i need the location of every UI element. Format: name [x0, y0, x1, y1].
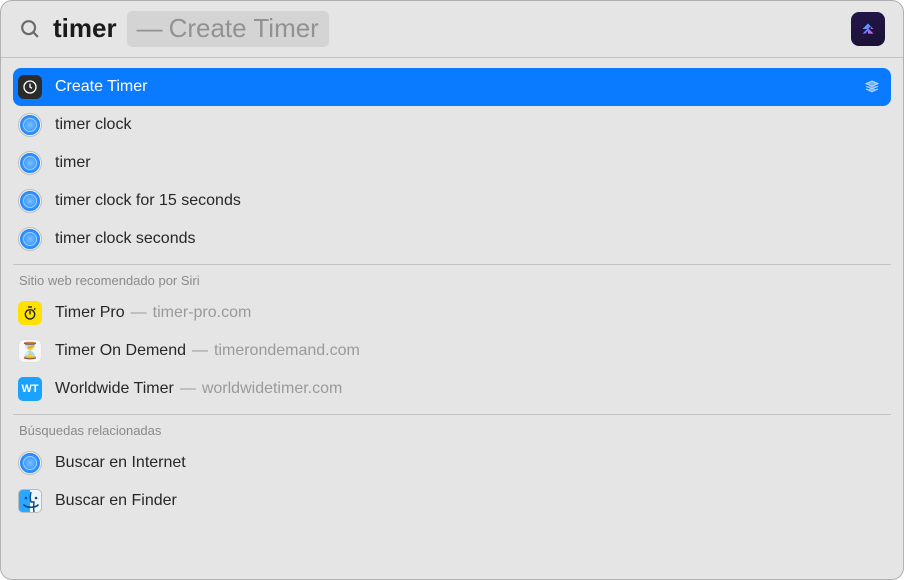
result-subtitle: timer-pro.com	[153, 304, 252, 322]
results-section-top: Create Timer timer clock timer timer clo…	[13, 68, 891, 258]
result-create-timer[interactable]: Create Timer	[13, 68, 891, 106]
result-timer-on-demend[interactable]: ⏳ Timer On Demend — timerondemand.com	[13, 332, 891, 370]
search-completion-suggestion[interactable]: — Create Timer	[127, 11, 329, 47]
layers-icon	[863, 78, 881, 96]
safari-icon	[17, 112, 43, 138]
wt-icon: WT	[17, 376, 43, 402]
result-title: timer clock for 15 seconds	[55, 192, 241, 210]
search-icon	[17, 16, 43, 42]
results-list: Create Timer timer clock timer timer clo…	[1, 58, 903, 520]
result-timer[interactable]: timer	[13, 144, 891, 182]
safari-icon	[17, 150, 43, 176]
safari-icon	[17, 226, 43, 252]
results-section-siri-websites: Sitio web recomendado por Siri Timer Pro…	[13, 265, 891, 408]
search-bar[interactable]: timer — Create Timer	[1, 1, 903, 57]
result-title: Create Timer	[55, 78, 147, 96]
search-completion-text: Create Timer	[169, 13, 319, 44]
search-input[interactable]: timer — Create Timer	[53, 11, 887, 47]
result-title: Worldwide Timer	[55, 380, 174, 398]
result-title: Timer On Demend	[55, 342, 186, 360]
action-search-internet[interactable]: Buscar en Internet	[13, 444, 891, 482]
result-title: Buscar en Internet	[55, 454, 186, 472]
action-search-finder[interactable]: Buscar en Finder	[13, 482, 891, 520]
section-header: Sitio web recomendado por Siri	[13, 265, 891, 294]
section-header: Búsquedas relacionadas	[13, 415, 891, 444]
hourglass-icon: ⏳	[17, 338, 43, 364]
result-timer-clock[interactable]: timer clock	[13, 106, 891, 144]
search-query-text: timer	[53, 13, 117, 44]
finder-icon	[17, 488, 43, 514]
result-title: timer clock seconds	[55, 230, 196, 248]
stopwatch-icon	[17, 300, 43, 326]
safari-icon	[17, 450, 43, 476]
results-section-related: Búsquedas relacionadas Buscar en Interne…	[13, 415, 891, 520]
shortcuts-app-icon	[851, 12, 885, 46]
result-title: timer	[55, 154, 91, 172]
result-timer-pro[interactable]: Timer Pro — timer-pro.com	[13, 294, 891, 332]
spotlight-window: timer — Create Timer	[0, 0, 904, 580]
result-subtitle: worldwidetimer.com	[202, 380, 342, 398]
result-worldwide-timer[interactable]: WT Worldwide Timer — worldwidetimer.com	[13, 370, 891, 408]
result-title: Timer Pro	[55, 304, 125, 322]
safari-icon	[17, 188, 43, 214]
result-title: Buscar en Finder	[55, 492, 177, 510]
result-subtitle: timerondemand.com	[214, 342, 360, 360]
result-timer-clock-15s[interactable]: timer clock for 15 seconds	[13, 182, 891, 220]
clock-app-icon	[17, 74, 43, 100]
result-title: timer clock	[55, 116, 131, 134]
result-timer-clock-seconds[interactable]: timer clock seconds	[13, 220, 891, 258]
